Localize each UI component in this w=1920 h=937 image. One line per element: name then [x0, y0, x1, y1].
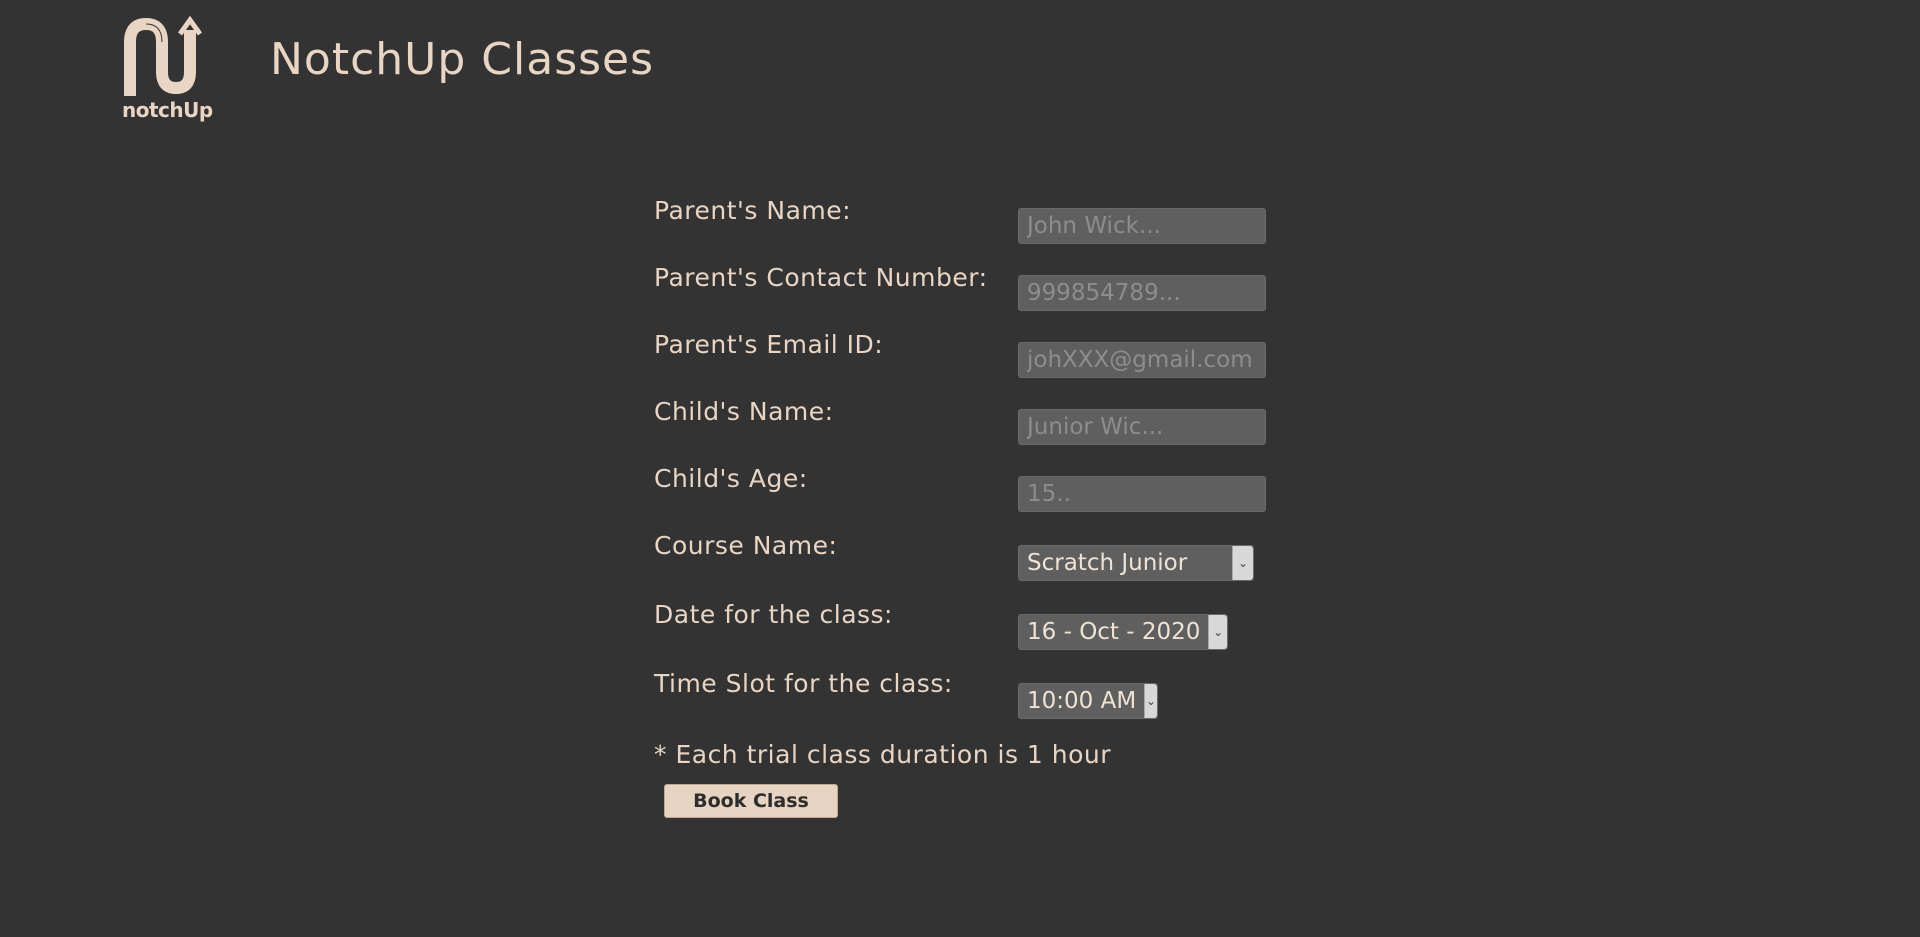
time-slot-label: Time Slot for the class: — [654, 669, 953, 698]
parent-name-label: Parent's Name: — [654, 196, 852, 225]
notchup-logo[interactable]: notchUp — [122, 15, 213, 124]
notchup-logo-icon — [124, 15, 203, 96]
chevron-down-icon[interactable]: ⌄ — [1232, 546, 1253, 580]
child-age-input[interactable] — [1018, 476, 1266, 512]
date-label: Date for the class: — [654, 600, 893, 629]
header: notchUp NotchUp Classes — [0, 0, 1920, 130]
parent-contact-row: Parent's Contact Number: — [654, 263, 1354, 311]
parent-email-row: Parent's Email ID: — [654, 330, 1354, 378]
book-class-button[interactable]: Book Class — [664, 784, 838, 818]
parent-name-input[interactable] — [1018, 208, 1266, 244]
time-slot-select[interactable]: 10:00 AM ⌄ — [1018, 683, 1158, 719]
course-selected-value: Scratch Junior — [1027, 550, 1188, 576]
parent-email-label: Parent's Email ID: — [654, 330, 884, 359]
course-select[interactable]: Scratch Junior ⌄ — [1018, 545, 1254, 581]
child-name-row: Child's Name: — [654, 397, 1354, 445]
time-slot-row: Time Slot for the class: 10:00 AM ⌄ — [654, 669, 1354, 719]
child-age-label: Child's Age: — [654, 464, 808, 493]
parent-email-input[interactable] — [1018, 342, 1266, 378]
date-select[interactable]: 16 - Oct - 2020 ⌄ — [1018, 614, 1228, 650]
parent-name-row: Parent's Name: — [654, 196, 1354, 244]
time-slot-selected-value: 10:00 AM — [1027, 688, 1137, 714]
child-name-input[interactable] — [1018, 409, 1266, 445]
date-selected-value: 16 - Oct - 2020 — [1027, 619, 1201, 645]
course-row: Course Name: Scratch Junior ⌄ — [654, 531, 1354, 581]
chevron-down-icon[interactable]: ⌄ — [1144, 684, 1157, 718]
duration-note: * Each trial class duration is 1 hour — [654, 740, 1112, 769]
date-row: Date for the class: 16 - Oct - 2020 ⌄ — [654, 600, 1354, 650]
logo-wordmark: notchUp — [122, 98, 213, 122]
course-label: Course Name: — [654, 531, 838, 560]
child-age-row: Child's Age: — [654, 464, 1354, 512]
parent-contact-input[interactable] — [1018, 275, 1266, 311]
parent-contact-label: Parent's Contact Number: — [654, 263, 988, 292]
chevron-down-icon[interactable]: ⌄ — [1208, 615, 1227, 649]
child-name-label: Child's Name: — [654, 397, 834, 426]
page-title: NotchUp Classes — [270, 34, 655, 85]
